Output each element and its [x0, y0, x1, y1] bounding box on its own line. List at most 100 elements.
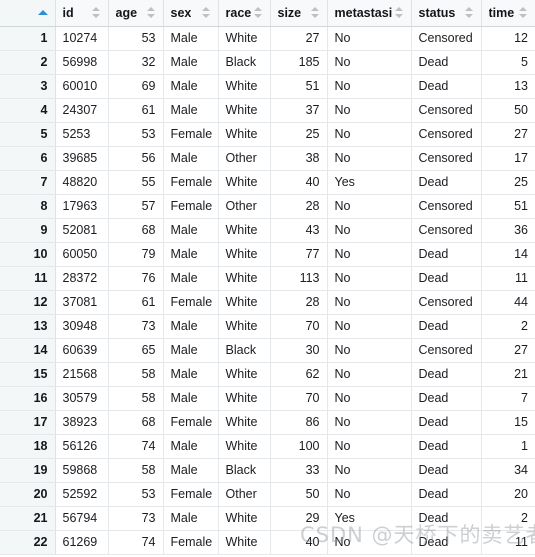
cell-size: 40 [270, 530, 328, 555]
cell-sex: Female [163, 410, 219, 435]
cell-time: 27 [481, 338, 535, 363]
cell-metastasis: No [327, 26, 412, 51]
sort-toggle-icon[interactable] [464, 6, 474, 19]
cell-age: 68 [108, 410, 164, 435]
cell-id: 61269 [55, 530, 109, 555]
table-row[interactable]: 20 52592 53 Female Other 50 No Dead 20 [0, 482, 535, 507]
cell-time: 50 [481, 98, 535, 123]
column-header-metastasis[interactable]: metastasis [327, 0, 412, 27]
table-row[interactable]: 15 21568 58 Male White 62 No Dead 21 [0, 362, 535, 387]
table-row[interactable]: 4 24307 61 Male White 37 No Censored 50 [0, 98, 535, 123]
table-row[interactable]: 12 37081 61 Female White 28 No Censored 44 [0, 290, 535, 315]
table-row[interactable]: 14 60639 65 Male Black 30 No Censored 27 [0, 338, 535, 363]
cell-size: 50 [270, 482, 328, 507]
cell-race: White [218, 26, 271, 51]
cell-age: 73 [108, 506, 164, 531]
cell-metastasis: No [327, 242, 412, 267]
table-row[interactable]: 7 48820 55 Female White 40 Yes Dead 25 [0, 170, 535, 195]
sort-toggle-icon[interactable] [253, 6, 263, 19]
table-row[interactable]: 10 60050 79 Male White 77 No Dead 14 [0, 242, 535, 267]
column-header-status[interactable]: status [411, 0, 482, 27]
column-header-metastasis-label: metastasis [334, 5, 392, 20]
column-header-size[interactable]: size [270, 0, 328, 27]
cell-status: Censored [411, 194, 482, 219]
cell-sex: Male [163, 458, 219, 483]
cell-sex: Female [163, 482, 219, 507]
cell-status: Dead [411, 458, 482, 483]
sort-toggle-icon[interactable] [201, 6, 211, 19]
column-header-time[interactable]: time [481, 0, 535, 27]
table-row[interactable]: 5 5253 53 Female White 25 No Censored 27 [0, 122, 535, 147]
cell-race: Other [218, 482, 271, 507]
cell-id: 60639 [55, 338, 109, 363]
row-number-cell: 10 [0, 242, 56, 267]
cell-metastasis: No [327, 50, 412, 75]
table-row[interactable]: 19 59868 58 Male Black 33 No Dead 34 [0, 458, 535, 483]
column-header-rownum[interactable] [0, 0, 56, 27]
table-row[interactable]: 2 56998 32 Male Black 185 No Dead 5 [0, 50, 535, 75]
cell-time: 11 [481, 530, 535, 555]
cell-sex: Female [163, 530, 219, 555]
sort-toggle-icon[interactable] [310, 6, 320, 19]
cell-id: 37081 [55, 290, 109, 315]
table-row[interactable]: 3 60010 69 Male White 51 No Dead 13 [0, 74, 535, 99]
row-number-cell: 1 [0, 26, 56, 51]
cell-age: 74 [108, 434, 164, 459]
column-header-age[interactable]: age [108, 0, 164, 27]
table-row[interactable]: 9 52081 68 Male White 43 No Censored 36 [0, 218, 535, 243]
cell-sex: Male [163, 506, 219, 531]
cell-size: 100 [270, 434, 328, 459]
cell-age: 53 [108, 122, 164, 147]
table-row[interactable]: 13 30948 73 Male White 70 No Dead 2 [0, 314, 535, 339]
row-number-cell: 9 [0, 218, 56, 243]
column-header-id[interactable]: id [55, 0, 109, 27]
cell-time: 20 [481, 482, 535, 507]
column-header-sex[interactable]: sex [163, 0, 219, 27]
cell-time: 12 [481, 26, 535, 51]
cell-time: 2 [481, 506, 535, 531]
table-row[interactable]: 6 39685 56 Male Other 38 No Censored 17 [0, 146, 535, 171]
sort-toggle-icon[interactable] [394, 6, 404, 19]
cell-size: 29 [270, 506, 328, 531]
cell-size: 77 [270, 242, 328, 267]
cell-id: 60050 [55, 242, 109, 267]
cell-id: 5253 [55, 122, 109, 147]
cell-sex: Female [163, 170, 219, 195]
cell-id: 52592 [55, 482, 109, 507]
cell-race: White [218, 410, 271, 435]
cell-time: 17 [481, 146, 535, 171]
table-row[interactable]: 1 10274 53 Male White 27 No Censored 12 [0, 26, 535, 51]
cell-status: Censored [411, 290, 482, 315]
cell-sex: Male [163, 314, 219, 339]
cell-id: 28372 [55, 266, 109, 291]
cell-time: 7 [481, 386, 535, 411]
table-row[interactable]: 21 56794 73 Male White 29 Yes Dead 2 [0, 506, 535, 531]
table-row[interactable]: 16 30579 58 Male White 70 No Dead 7 [0, 386, 535, 411]
cell-id: 56126 [55, 434, 109, 459]
sort-toggle-icon[interactable] [519, 6, 528, 19]
table-row[interactable]: 17 38923 68 Female White 86 No Dead 15 [0, 410, 535, 435]
column-header-status-label: status [418, 5, 456, 20]
cell-size: 51 [270, 74, 328, 99]
cell-status: Censored [411, 146, 482, 171]
cell-size: 25 [270, 122, 328, 147]
cell-size: 86 [270, 410, 328, 435]
cell-age: 58 [108, 458, 164, 483]
cell-metastasis: Yes [327, 506, 412, 531]
cell-sex: Male [163, 362, 219, 387]
table-row[interactable]: 11 28372 76 Male White 113 No Dead 11 [0, 266, 535, 291]
table-row[interactable]: 8 17963 57 Female Other 28 No Censored 51 [0, 194, 535, 219]
column-header-race[interactable]: race [218, 0, 271, 27]
sort-toggle-icon[interactable] [91, 6, 101, 19]
cell-status: Dead [411, 314, 482, 339]
cell-sex: Male [163, 242, 219, 267]
table-row[interactable]: 18 56126 74 Male White 100 No Dead 1 [0, 434, 535, 459]
column-header-age-label: age [115, 5, 138, 20]
row-number-cell: 11 [0, 266, 56, 291]
row-number-cell: 14 [0, 338, 56, 363]
sort-toggle-icon[interactable] [146, 6, 156, 19]
cell-metastasis: No [327, 314, 412, 339]
table-row[interactable]: 22 61269 74 Female White 40 No Dead 11 [0, 530, 535, 555]
row-number-cell: 5 [0, 122, 56, 147]
cell-time: 34 [481, 458, 535, 483]
